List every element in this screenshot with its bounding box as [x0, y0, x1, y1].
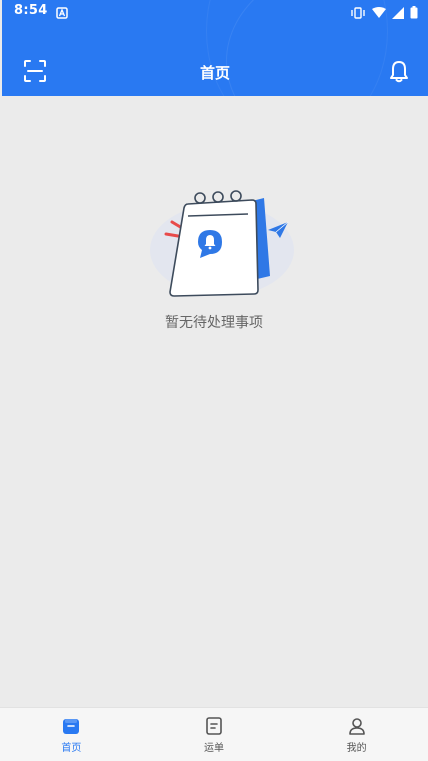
bottom-navigation: 首页 运单 我的	[0, 707, 428, 761]
profile-icon	[348, 718, 365, 735]
nav-label-waybill: 运单	[204, 743, 224, 754]
vibrate-icon	[350, 4, 366, 23]
empty-state-illustration	[140, 178, 298, 304]
page-title: 首页	[199, 64, 230, 82]
cellular-signal-icon	[392, 4, 404, 23]
status-time: 8:54	[14, 3, 48, 18]
nav-item-home[interactable]: 首页	[0, 708, 143, 761]
bell-icon	[390, 61, 408, 83]
notification-app-icon	[56, 4, 68, 23]
empty-state-message: 暂无待处理事项	[165, 315, 263, 331]
battery-icon	[410, 4, 418, 23]
header: 8:54 首页	[2, 0, 428, 96]
home-icon	[63, 719, 80, 734]
wifi-icon	[372, 4, 386, 23]
waybill-icon	[206, 717, 222, 735]
nav-label-profile: 我的	[346, 743, 367, 754]
nav-item-waybill[interactable]: 运单	[143, 708, 286, 761]
app-bar: 首页	[2, 44, 428, 96]
nav-label-home: 首页	[61, 743, 82, 754]
status-bar: 8:54	[2, 0, 428, 22]
app-screen: 8:54 首页 暂无待处理事项 首页 运单 我的	[0, 0, 428, 761]
status-icons	[350, 4, 418, 23]
nav-item-profile[interactable]: 我的	[285, 708, 428, 761]
notification-button[interactable]	[386, 58, 412, 84]
